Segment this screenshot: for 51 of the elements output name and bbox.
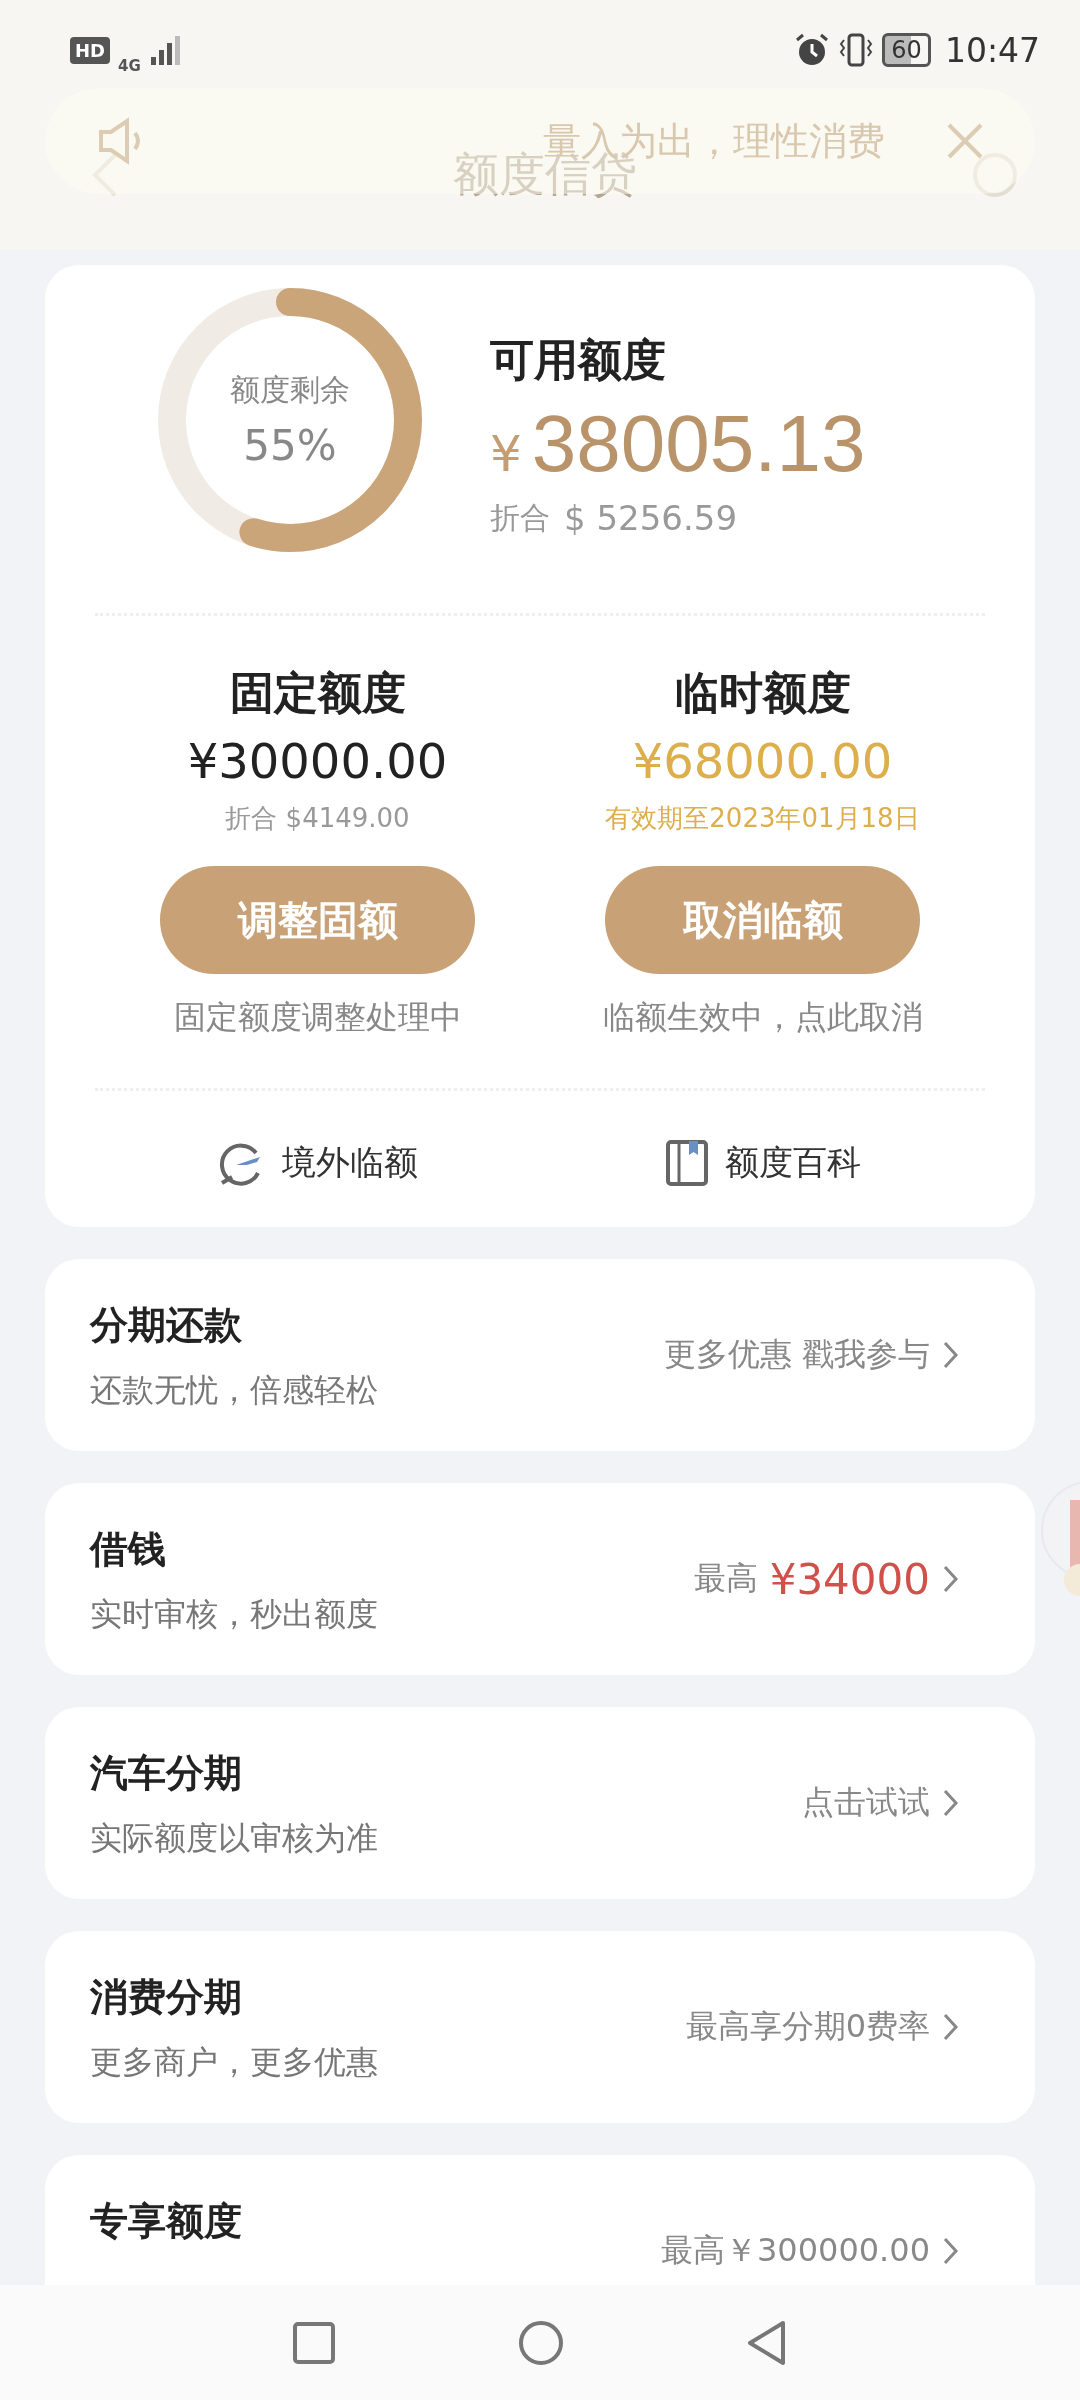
- service-card[interactable]: 借钱 实时审核，秒出额度 最高 ¥34000: [45, 1483, 1035, 1675]
- service-amount: ¥34000: [769, 1554, 930, 1604]
- home-icon[interactable]: [517, 2318, 565, 2367]
- service-title: 借钱: [90, 1526, 167, 1573]
- service-hint: 点击试试: [802, 1782, 930, 1823]
- limit-title: 临时额度: [674, 666, 851, 720]
- limit-status[interactable]: 固定额度调整处理中: [173, 996, 462, 1040]
- service-hint: 更多优惠 戳我参与: [663, 1334, 930, 1375]
- clock-time: 10:47: [944, 30, 1040, 70]
- service-card[interactable]: 分期还款 还款无忧，倍感轻松 更多优惠 戳我参与: [45, 1259, 1035, 1451]
- network-type: 4G: [118, 57, 141, 75]
- service-title: 分期还款: [90, 1302, 243, 1349]
- available-title: 可用额度: [490, 333, 667, 387]
- recent-apps-icon[interactable]: [291, 2319, 337, 2366]
- currency-symbol: ¥: [490, 425, 522, 483]
- link-label[interactable]: 额度百科: [724, 1140, 861, 1186]
- service-subtitle: 还款无忧，倍感轻松: [90, 1370, 378, 1411]
- ring-value: 55%: [243, 421, 337, 470]
- chevron-right-icon: [942, 1564, 960, 1594]
- limit-note: 折合 $4149.00: [225, 802, 410, 835]
- service-hint: 最高￥300000.00: [660, 2230, 930, 2271]
- vibrate-icon: [838, 32, 875, 68]
- service-subtitle: 更多商户，更多优惠: [90, 2042, 378, 2083]
- limit-note: 有效期至2023年01月18日: [605, 802, 920, 835]
- alarm-icon: [794, 32, 831, 68]
- converted-label: 折合: [490, 499, 550, 537]
- converted-amount: $ 5256.59: [564, 498, 738, 539]
- service-card[interactable]: 消费分期 更多商户，更多优惠 最高享分期0费率: [45, 1931, 1035, 2123]
- ring-label: 额度剩余: [230, 371, 350, 409]
- limit-amount: ¥68000.00: [632, 733, 893, 789]
- service-hint: 最高享分期0费率: [685, 2006, 930, 2047]
- chevron-right-icon: [942, 2012, 960, 2042]
- service-title: 专享额度: [90, 2198, 242, 2245]
- service-hint: 最高: [693, 1558, 758, 1599]
- battery-icon: 60: [882, 33, 931, 67]
- book-icon[interactable]: [664, 1139, 709, 1187]
- chevron-right-icon: [942, 1340, 960, 1370]
- link-label[interactable]: 境外临额: [281, 1140, 418, 1186]
- service-subtitle: 实时审核，秒出额度: [90, 1594, 378, 1635]
- available-amount: 38005.13: [531, 398, 866, 490]
- limit-title: 固定额度: [229, 666, 406, 720]
- limit-status[interactable]: 临额生效中，点此取消: [602, 996, 923, 1040]
- service-title: 消费分期: [90, 1974, 243, 2021]
- service-title: 汽车分期: [90, 1750, 243, 1797]
- chevron-right-icon: [942, 1788, 960, 1818]
- service-card[interactable]: 汽车分期 实际额度以审核为准 点击试试: [45, 1707, 1035, 1899]
- limit-amount: ¥30000.00: [187, 733, 448, 789]
- service-subtitle: 实际额度以审核为准: [90, 1818, 378, 1859]
- hd-icon: HD: [70, 36, 110, 64]
- chevron-right-icon: [942, 2236, 960, 2266]
- service-card[interactable]: 专享额度 最高￥300000.00: [45, 2155, 1035, 2285]
